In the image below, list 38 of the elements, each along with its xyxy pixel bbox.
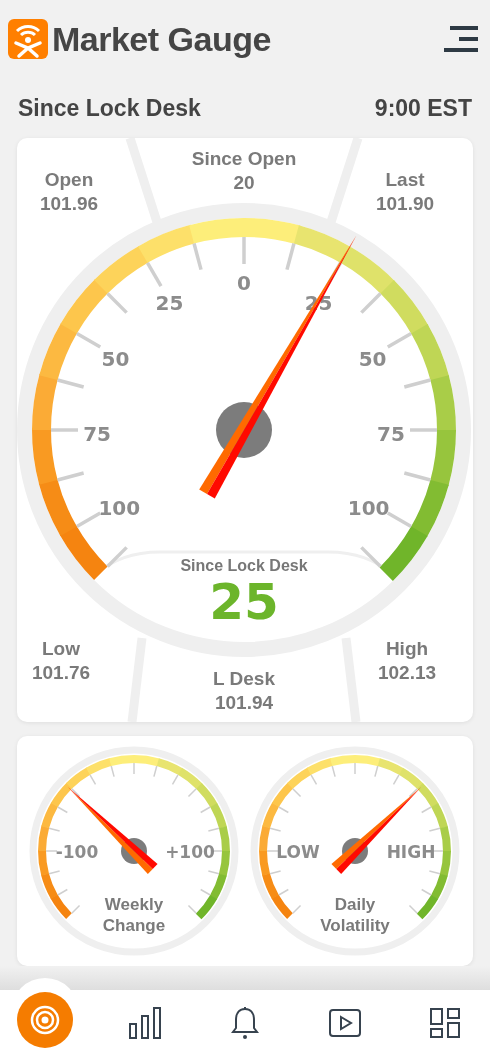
scale-label: LOW (276, 842, 320, 862)
stat-label: High (385, 637, 429, 661)
stat-label: L Desk (213, 667, 275, 691)
scale-label: HIGH (386, 842, 436, 862)
stat-label: Last (385, 168, 425, 192)
stat-value: 101.90 (375, 192, 435, 216)
time-label: 9:00 EST (374, 93, 472, 123)
stat-value: 101.94 (214, 691, 274, 715)
menu-icon[interactable] (444, 26, 478, 52)
scale-label: 50 (358, 346, 387, 371)
scale-label: 75 (377, 421, 405, 446)
play-icon (328, 1007, 362, 1038)
stat-value: 102.13 (377, 661, 437, 685)
stat-value: 20 (233, 171, 255, 195)
target-icon (30, 1004, 60, 1035)
app-title: Market Gauge (52, 18, 271, 60)
scale-label: +100 (165, 842, 215, 862)
scale-label: 0 (237, 271, 251, 295)
scale-label: 50 (101, 346, 130, 371)
gauge-caption: Weekly Change (101, 894, 167, 936)
scale-label: 25 (155, 291, 184, 316)
stat-value: 101.96 (39, 192, 99, 216)
scale-label: 75 (83, 421, 111, 446)
stat-label: Low (42, 637, 80, 661)
gauge-caption: Daily Volatility (319, 894, 391, 936)
bar-chart-icon (128, 1005, 162, 1040)
bell-icon (230, 1005, 260, 1040)
reading-label: Since Lock Desk (180, 556, 308, 576)
scale-label: 100 (98, 495, 141, 520)
reading-value: 25 (209, 576, 279, 628)
section-title: Since Lock Desk (18, 93, 201, 123)
stat-label: Open (44, 168, 94, 192)
logo-icon (8, 19, 48, 59)
scale-label: -100 (55, 842, 99, 862)
scale-label: 100 (347, 495, 390, 520)
stat-label: Since Open (191, 147, 297, 171)
grid-icon (429, 1006, 461, 1039)
stat-value: 101.76 (31, 661, 91, 685)
